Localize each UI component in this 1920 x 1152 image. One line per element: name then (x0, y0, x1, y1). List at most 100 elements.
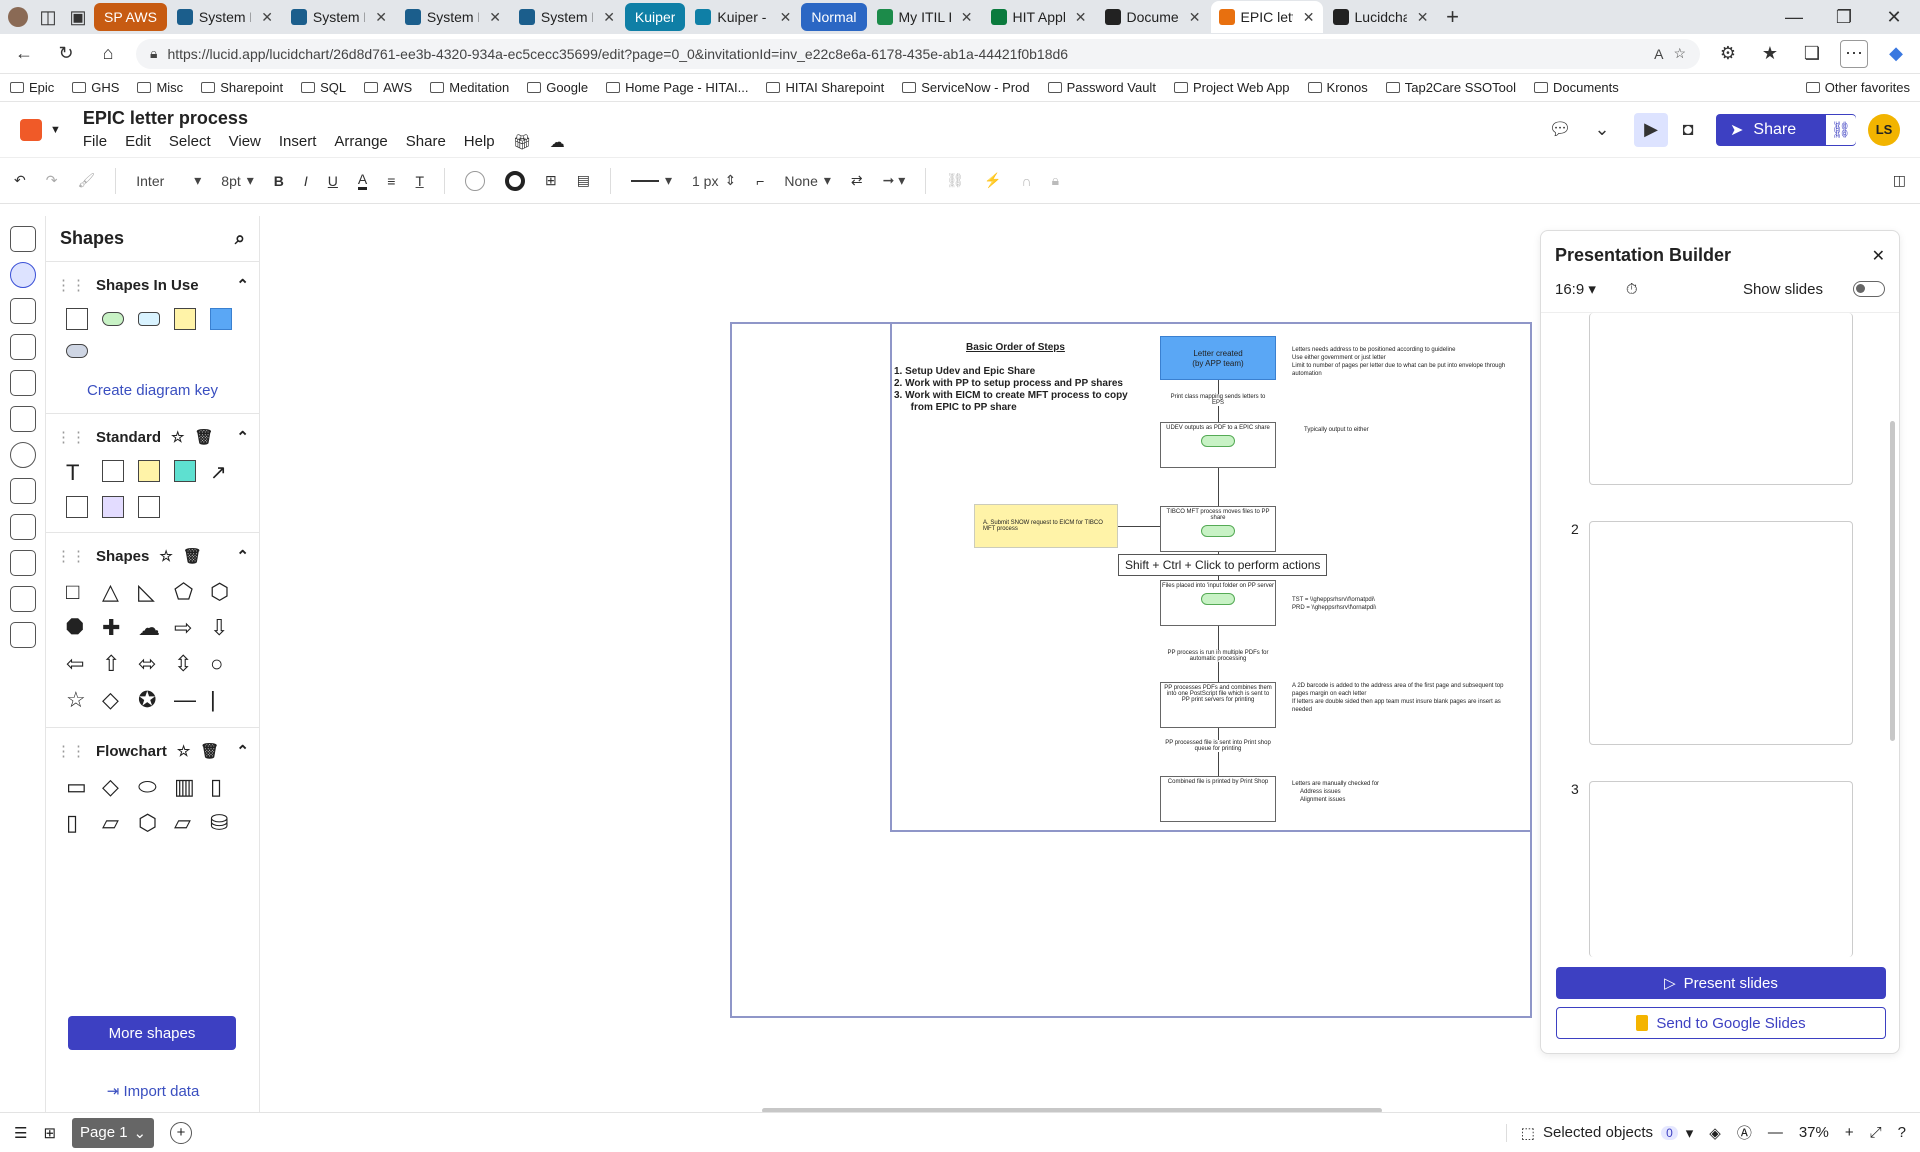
menu-item[interactable]: Help (464, 133, 495, 151)
close-tab-icon[interactable]: ✕ (1417, 9, 1429, 26)
shapes-icon[interactable] (9, 262, 36, 288)
read-aloud-icon[interactable]: A (1654, 46, 1663, 62)
triangle-shape[interactable]: △ (102, 579, 138, 605)
diamond-shape[interactable]: ◇ (102, 687, 138, 713)
home-icon[interactable]: ⌂ (94, 40, 122, 68)
align-icon[interactable]: ≡ (387, 173, 395, 189)
arrow-left-shape[interactable]: ⇦ (66, 651, 102, 677)
arrow-start-select[interactable]: None ▾ (784, 172, 831, 189)
close-tab-icon[interactable]: ✕ (261, 9, 273, 26)
tibco-box[interactable]: TIBCO MFT process moves files to PP shar… (1160, 506, 1276, 552)
workspaces-icon[interactable]: ◫ (34, 3, 62, 31)
rect-shape[interactable] (66, 308, 88, 330)
collapse-icon[interactable]: ⌃ (236, 742, 249, 760)
close-tab-icon[interactable]: ✕ (603, 9, 615, 26)
line-style-select[interactable]: ▾ (630, 172, 672, 189)
ai-icon[interactable] (9, 514, 36, 540)
text-options-icon[interactable]: T̲ (415, 173, 424, 189)
browser-tab[interactable]: Lucidchart pre✕ (1325, 3, 1437, 31)
barcode-notes[interactable]: A 2D barcode is added to the address are… (1292, 682, 1520, 714)
bold-icon[interactable]: B (274, 173, 284, 189)
terminator-shape[interactable]: ⬭ (138, 774, 174, 800)
panel-toggle-icon[interactable]: ◫ (1893, 172, 1906, 189)
collapse-icon[interactable]: ⌃ (236, 428, 249, 446)
circle-shape[interactable]: ○ (210, 651, 246, 677)
data-shape[interactable]: ▱ (174, 810, 210, 836)
gift-icon[interactable]: 🎁︎ (513, 133, 532, 151)
decision-shape[interactable]: ◇ (102, 774, 138, 800)
fit-icon[interactable]: ⤢ (1870, 1124, 1882, 1141)
browser-tab[interactable]: My ITIL Home✕ (869, 3, 981, 31)
minimize-icon[interactable]: — (1780, 3, 1808, 31)
blue-rect-shape[interactable] (210, 308, 232, 330)
arrow-down-shape[interactable]: ⇩ (210, 615, 246, 641)
browser-tab[interactable]: System Pulse D✕ (511, 3, 623, 31)
slide-thumbnail-1[interactable] (1589, 313, 1853, 485)
hline-shape[interactable]: — (174, 687, 210, 713)
accessibility-icon[interactable]: Ⓐ (1737, 1122, 1752, 1143)
video-icon[interactable]: ◘ (1674, 116, 1702, 144)
collapse-icon[interactable]: ⌃ (236, 276, 249, 294)
guideline-notes[interactable]: Letters needs address to be positioned a… (1292, 346, 1518, 378)
font-select[interactable]: Inter ▾ (136, 172, 201, 189)
trash-icon[interactable]: 🗑︎ (194, 428, 213, 446)
right-triangle-shape[interactable]: ◺ (138, 579, 174, 605)
tab-actions-icon[interactable]: ▣ (64, 3, 92, 31)
square-shape[interactable]: □ (66, 579, 102, 605)
favorites-icon[interactable]: ★ (1756, 40, 1784, 68)
format-painter-icon[interactable]: 🖌︎ (77, 172, 95, 189)
bookmark-item[interactable]: ServiceNow - Prod (902, 80, 1030, 95)
close-tab-icon[interactable]: ✕ (961, 9, 973, 26)
other-favorites[interactable]: Other favorites (1805, 80, 1910, 95)
zoom-in-icon[interactable]: + (1845, 1124, 1854, 1141)
line-shape-icon[interactable]: ⌐ (756, 173, 764, 189)
rocket-icon[interactable] (9, 478, 36, 504)
pp-process-box[interactable]: PP processes PDFs and combines them into… (1160, 682, 1276, 728)
search-icon[interactable]: ⌕ (235, 228, 245, 249)
bookmark-item[interactable]: Google (527, 80, 588, 95)
bookmark-item[interactable]: GHS (72, 80, 119, 95)
templates-icon[interactable] (9, 298, 36, 324)
image-icon[interactable] (9, 406, 36, 432)
browser-tab[interactable]: HIT Applicatio✕ (983, 3, 1095, 31)
style-icon[interactable]: ▤ (577, 172, 590, 189)
favorite-star-icon[interactable]: ☆ (1673, 45, 1686, 62)
browser-tab[interactable]: Normal (801, 3, 867, 31)
more-menu-icon[interactable]: ⋯ (1840, 39, 1868, 68)
code-icon[interactable] (9, 550, 36, 576)
bookmark-item[interactable]: Home Page - HITAI... (606, 80, 748, 95)
predefined-shape[interactable]: ▥ (174, 774, 210, 800)
diagram-title[interactable]: Basic Order of Steps (966, 342, 1065, 353)
menu-item[interactable]: Select (169, 133, 211, 151)
menu-item[interactable]: View (229, 133, 261, 151)
panel-scrollbar[interactable] (1890, 421, 1895, 741)
back-icon[interactable]: ← (10, 40, 38, 68)
lucid-logo-icon[interactable] (20, 118, 42, 141)
create-diagram-key-link[interactable]: Create diagram key (56, 382, 249, 399)
italic-icon[interactable]: I (304, 173, 308, 189)
snow-request-note[interactable]: A. Submit SNOW request to EICM for TIBCO… (974, 504, 1118, 548)
text-shape[interactable]: T (66, 460, 102, 486)
line-width-select[interactable]: 1 px ⇕ (692, 172, 736, 189)
close-window-icon[interactable]: ✕ (1880, 3, 1908, 31)
steps-list[interactable]: 1. Setup Udev and Epic Share 2. Work wit… (894, 366, 1128, 414)
bookmark-item[interactable]: AWS (364, 80, 412, 95)
pentagon-shape[interactable]: ⬠ (174, 579, 210, 605)
browser-tab[interactable]: Documents✕ (1097, 3, 1209, 31)
bookmark-item[interactable]: Documents (1534, 80, 1619, 95)
redo-icon[interactable]: ↷ (46, 172, 58, 189)
browser-tab[interactable]: SP AWS (94, 3, 167, 31)
maximize-icon[interactable]: ❐ (1830, 3, 1858, 31)
badge-shape[interactable]: ✪ (138, 687, 174, 713)
browser-tab[interactable]: Kuiper - Dashb✕ (687, 3, 799, 31)
gray-pill-shape[interactable] (66, 344, 88, 358)
embed-shape[interactable] (138, 496, 160, 518)
process-shape[interactable]: ▭ (66, 774, 102, 800)
star-icon[interactable]: ☆ (177, 742, 190, 760)
browser-tab[interactable]: EPIC letter pro✕ (1210, 1, 1323, 33)
menu-item[interactable]: Share (406, 133, 446, 151)
header-chevron-icon[interactable]: ⌄ (1588, 116, 1616, 144)
profile-icon[interactable] (4, 3, 32, 31)
green-pill[interactable] (1201, 435, 1235, 447)
timer-icon[interactable]: ⏱︎ (1626, 281, 1638, 298)
